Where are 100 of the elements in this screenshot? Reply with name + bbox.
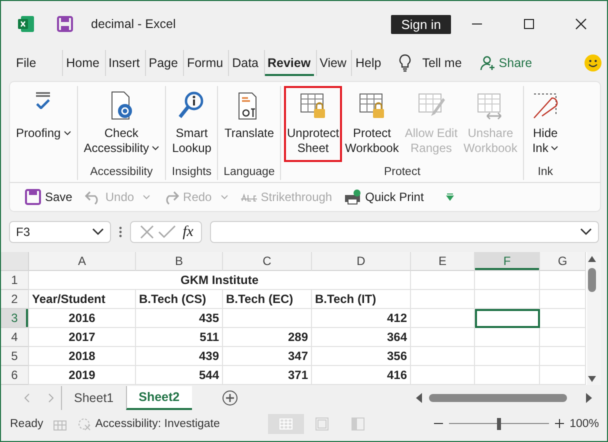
table-cell: 347 <box>223 347 312 366</box>
excel-logo-icon <box>17 15 35 33</box>
accessibility-status[interactable]: Accessibility: Investigate <box>77 416 220 430</box>
table-cell: 416 <box>312 366 411 385</box>
table-cell: 435 <box>136 309 223 328</box>
column-header[interactable]: F <box>475 252 540 271</box>
row-header[interactable]: 4 <box>1 328 29 347</box>
formula-input[interactable] <box>210 221 599 243</box>
empty-cell <box>540 366 586 385</box>
column-header[interactable]: C <box>223 252 312 271</box>
ribbon-tab[interactable]: Insert <box>104 50 143 76</box>
ribbon-button[interactable]: Proofing <box>13 86 74 162</box>
zoom-slider-thumb[interactable] <box>496 418 501 430</box>
ribbon-tab[interactable]: Review <box>264 50 314 76</box>
ribbon-tab[interactable]: View <box>316 50 350 76</box>
group-label: Insights <box>172 166 212 180</box>
toolbar-button[interactable]: Save <box>20 189 76 205</box>
ribbon-button[interactable]: Smart Lookup <box>169 86 214 162</box>
group-label: Protect <box>384 166 420 180</box>
table-cell: 439 <box>136 347 223 366</box>
empty-cell <box>411 366 475 385</box>
ribbon-tab[interactable]: Home <box>62 50 102 76</box>
ribbon-tab[interactable]: Help <box>351 50 384 76</box>
empty-cell <box>540 309 586 328</box>
empty-cell <box>540 328 586 347</box>
table-cell: 544 <box>136 366 223 385</box>
ribbon-button[interactable]: Protect Workbook <box>342 86 402 162</box>
chevron-down-icon[interactable] <box>580 228 592 236</box>
table-cell: 289 <box>223 328 312 347</box>
empty-cell <box>411 271 475 290</box>
table-cell: 2016 <box>29 309 136 328</box>
table-cell: Year/Student <box>29 290 136 309</box>
table-cell: 2019 <box>29 366 136 385</box>
row-header[interactable]: 3 <box>1 309 29 328</box>
sign-in-button[interactable]: Sign in <box>391 14 451 34</box>
table-cell: 364 <box>312 328 411 347</box>
table-cell: GKM Institute <box>29 271 411 290</box>
column-header[interactable]: G <box>540 252 586 271</box>
spelling-check-icon <box>35 92 52 109</box>
empty-cell <box>411 347 475 366</box>
formula-buttons[interactable]: fx <box>130 221 202 243</box>
row-header[interactable]: 1 <box>1 271 29 290</box>
empty-cell <box>411 309 475 328</box>
row-header[interactable]: 2 <box>1 290 29 309</box>
more-icon <box>119 226 122 238</box>
column-header[interactable]: E <box>411 252 475 271</box>
table-cell: 511 <box>136 328 223 347</box>
table-cell: B.Tech (CS) <box>136 290 223 309</box>
table-cell: 2017 <box>29 328 136 347</box>
table-cell: B.Tech (EC) <box>223 290 312 309</box>
empty-cell <box>411 328 475 347</box>
table-cell: 2018 <box>29 347 136 366</box>
printer-icon <box>344 189 362 205</box>
ribbon-button[interactable]: Hide Ink <box>527 86 564 162</box>
customize-toolbar-icon[interactable] <box>446 193 454 201</box>
ribbon-tab[interactable]: Formu <box>182 50 226 76</box>
empty-cell <box>540 271 586 290</box>
empty-cell <box>475 366 540 385</box>
group-label: Accessibility <box>90 166 153 180</box>
ribbon-button[interactable]: Translate <box>221 86 278 162</box>
sheet-tab[interactable]: Sheet2 <box>126 386 192 410</box>
ribbon-tab[interactable]: Page <box>144 50 181 76</box>
smiley-icon[interactable] <box>584 54 602 72</box>
ribbon-button[interactable]: Check Accessibility <box>80 86 162 162</box>
column-header[interactable]: B <box>136 252 223 271</box>
table-cell: B.Tech (IT) <box>312 290 411 309</box>
table-cell: 371 <box>223 366 312 385</box>
save-icon[interactable] <box>57 16 73 32</box>
ribbon-button[interactable]: Unprotect Sheet <box>284 86 342 162</box>
window-title: decimal - Excel <box>91 17 176 31</box>
ribbon-tab[interactable]: Data <box>228 50 262 76</box>
empty-cell <box>411 290 475 309</box>
ribbon-tab[interactable]: File <box>13 50 40 76</box>
column-header[interactable]: A <box>29 252 136 271</box>
row-header[interactable]: 6 <box>1 366 29 385</box>
status-text: Ready <box>10 418 44 430</box>
toolbar-button[interactable]: Quick Print <box>340 189 428 205</box>
person-add-icon <box>480 55 496 71</box>
empty-cell <box>475 290 540 309</box>
horizontal-scrollbar[interactable] <box>415 392 593 404</box>
empty-cell <box>540 347 586 366</box>
table-cell: 356 <box>312 347 411 366</box>
save-icon <box>24 189 42 205</box>
empty-cell <box>475 271 540 290</box>
tell-me-search[interactable]: Tell me <box>422 56 462 70</box>
empty-cell <box>475 347 540 366</box>
table-cell: 412 <box>312 309 411 328</box>
active-cell[interactable] <box>475 309 540 328</box>
lightbulb-icon <box>399 54 412 72</box>
zoom-in-icon[interactable] <box>554 419 564 428</box>
row-header[interactable]: 5 <box>1 347 29 366</box>
zoom-level: 100% <box>570 418 599 430</box>
empty-cell <box>475 328 540 347</box>
empty-cell <box>540 290 586 309</box>
name-box[interactable]: F3 <box>9 221 111 243</box>
accessibility-check-icon <box>77 416 92 430</box>
column-header[interactable]: D <box>312 252 411 271</box>
group-label: Language <box>224 166 275 180</box>
add-sheet-icon[interactable] <box>222 390 238 406</box>
share-button[interactable]: Share <box>474 54 538 72</box>
